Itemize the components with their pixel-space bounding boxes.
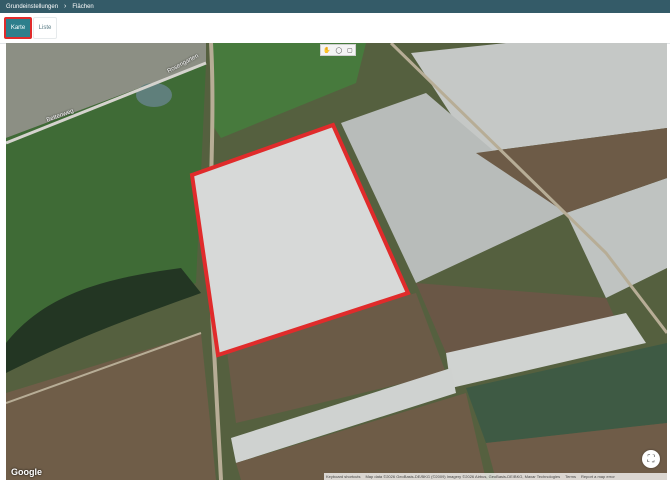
fullscreen-button[interactable]: ⛶ bbox=[642, 450, 660, 468]
chevron-right-icon: › bbox=[64, 3, 67, 10]
google-logo: Google bbox=[11, 467, 42, 477]
hand-icon[interactable]: ✋ bbox=[323, 47, 330, 54]
breadcrumb-root[interactable]: Grundeinstellungen bbox=[6, 4, 58, 10]
breadcrumb: Grundeinstellungen › Flächen bbox=[0, 0, 670, 13]
view-tabs: Karte Liste bbox=[0, 13, 670, 44]
map-data-text: Map data ©2026 GeoBasis-DE/BKG (©2009) I… bbox=[365, 474, 561, 479]
fullscreen-icon: ⛶ bbox=[647, 453, 655, 465]
breadcrumb-current: Flächen bbox=[72, 3, 94, 10]
square-icon[interactable]: ▢ bbox=[347, 47, 353, 54]
map-imagery bbox=[6, 43, 667, 480]
tab-list[interactable]: Liste bbox=[33, 17, 57, 39]
report-map-error-link[interactable]: Report a map error bbox=[581, 474, 615, 479]
keyboard-shortcuts-link[interactable]: Keyboard shortcuts bbox=[326, 474, 360, 479]
satellite-map[interactable]: ✋ ◯ ▢ Rosengarten Bettenweg Google Keybo… bbox=[6, 43, 667, 480]
circle-icon[interactable]: ◯ bbox=[336, 47, 343, 54]
tab-map[interactable]: Karte bbox=[4, 17, 32, 39]
map-attribution: Keyboard shortcuts Map data ©2026 GeoBas… bbox=[324, 473, 667, 480]
map-draw-tools: ✋ ◯ ▢ bbox=[320, 44, 356, 56]
terms-link[interactable]: Terms bbox=[565, 474, 576, 479]
